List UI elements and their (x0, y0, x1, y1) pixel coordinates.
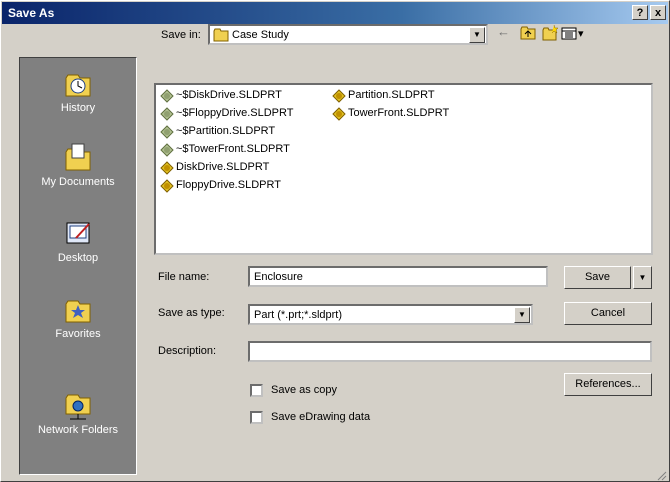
chevron-down-icon[interactable]: ▼ (514, 307, 530, 323)
sldprt-file-icon (160, 89, 174, 103)
resize-grip-icon[interactable] (655, 469, 667, 481)
place-label: Favorites (55, 328, 101, 340)
save-as-copy-label: Save as copy (271, 384, 338, 396)
place-network-folders[interactable]: Network Folders (20, 388, 136, 462)
sldprt-file-icon (332, 89, 346, 103)
folder-icon (213, 28, 229, 42)
desktop-icon (66, 222, 90, 244)
dialog-title: Save As (8, 6, 55, 20)
network-folders-icon (65, 394, 91, 420)
help-button[interactable]: ? (632, 5, 648, 20)
save-in-dropdown[interactable]: Case Study ▼ (208, 24, 488, 45)
save-options-dropdown[interactable]: ▼ (633, 266, 652, 289)
place-desktop[interactable]: Desktop (20, 216, 136, 290)
title-bar[interactable]: Save As ? x (2, 2, 668, 24)
views-dropdown-arrow[interactable]: ▾ (578, 27, 584, 40)
save-edrawing-checkbox[interactable] (250, 411, 263, 424)
description-input[interactable] (248, 341, 652, 362)
save-as-dialog: Save As ? x History My Documents Desktop… (0, 0, 670, 482)
places-bar: History My Documents Desktop Favorites N… (19, 57, 137, 475)
place-label: My Documents (41, 176, 115, 188)
views-menu-icon[interactable] (561, 24, 577, 42)
place-my-documents[interactable]: My Documents (20, 140, 136, 214)
save-in-label: Save in: (161, 29, 201, 41)
sldprt-file-icon (160, 161, 174, 175)
sldprt-file-icon (160, 179, 174, 193)
place-label: Desktop (57, 252, 99, 264)
favorites-icon (65, 300, 91, 323)
back-arrow-icon[interactable]: ← (497, 24, 515, 42)
my-documents-icon (65, 143, 91, 171)
file-name-label: File name: (158, 271, 210, 283)
sldprt-file-icon (160, 107, 174, 121)
save-in-value: Case Study (232, 29, 289, 41)
save-as-copy-checkbox[interactable] (250, 384, 263, 397)
save-type-label: Save as type: (158, 307, 225, 319)
sldprt-file-icon (160, 143, 174, 157)
file-list[interactable]: ~$DiskDrive.SLDPRT ~$FloppyDrive.SLDPRT … (154, 83, 653, 255)
place-label: History (60, 102, 96, 114)
chevron-down-icon[interactable]: ▼ (469, 27, 485, 43)
close-button[interactable]: x (650, 5, 666, 20)
save-type-dropdown[interactable]: Part (*.prt;*.sldprt) ▼ (248, 304, 533, 325)
description-label: Description: (158, 345, 217, 357)
save-edrawing-label: Save eDrawing data (271, 411, 371, 423)
file-name-input[interactable]: Enclosure (248, 266, 548, 287)
references-button[interactable]: References... (564, 373, 652, 396)
up-one-level-icon[interactable] (519, 24, 537, 42)
cancel-button[interactable]: Cancel (564, 302, 652, 325)
place-label: Network Folders (37, 424, 119, 436)
place-history[interactable]: History (20, 66, 136, 140)
history-icon (65, 74, 91, 97)
save-button[interactable]: Save (564, 266, 631, 289)
sldprt-file-icon (160, 125, 174, 139)
sldprt-file-icon (332, 107, 346, 121)
new-folder-icon[interactable] (541, 24, 559, 42)
place-favorites[interactable]: Favorites (20, 292, 136, 366)
